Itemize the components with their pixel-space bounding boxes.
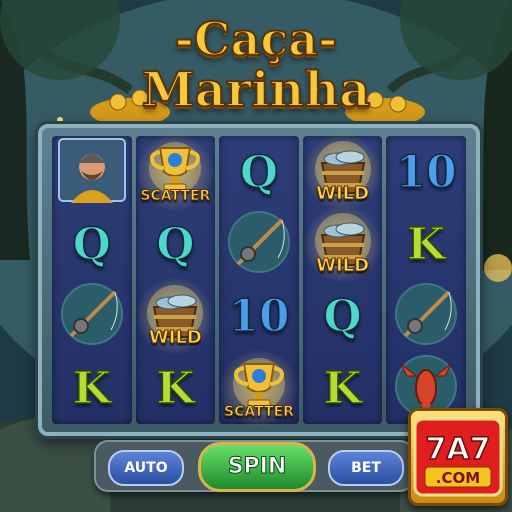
reel-4-cell-2: WILD (297, 204, 388, 284)
letter-q-symbol: Q (72, 218, 112, 271)
symbol-label: SCATTER (224, 404, 295, 421)
fishing-rod-icon (391, 282, 461, 350)
symbol-label: SCATTER (140, 188, 211, 205)
reel-4-cell-4: K (304, 354, 382, 422)
number-10-symbol: 10 (395, 146, 458, 199)
reel-5: 10 K (386, 136, 466, 424)
reel-1-cell-1 (53, 138, 131, 206)
reel-1-cell-3 (53, 282, 131, 350)
reel-2: SCATTER Q WILD K (130, 132, 221, 424)
title-line-2: Marinha (141, 62, 372, 118)
symbol-label: WILD (148, 327, 202, 349)
reels-grid: Q K SCATTER Q WILD K Q 10 SCATTER WILD W… (52, 132, 466, 428)
game-title: -Caça- Marinha (0, 6, 512, 126)
reel-1: Q K (52, 136, 132, 424)
reel-2-cell-4: K (136, 354, 214, 422)
fishing-rod-icon (224, 210, 294, 278)
svg-text:.COM: .COM (436, 469, 480, 487)
reel-1-cell-2: Q (53, 210, 131, 278)
auto-button[interactable]: AUTO (108, 450, 184, 486)
reel-3-cell-4: SCATTER (213, 348, 304, 428)
fisherman-icon (57, 137, 127, 207)
fishing-rod-icon (57, 282, 127, 350)
reel-3-cell-1: Q (220, 138, 298, 206)
reel-2-cell-1: SCATTER (130, 132, 221, 212)
control-bar: AUTO SPIN BET (94, 440, 414, 492)
reel-5-cell-3 (387, 282, 465, 350)
letter-q-symbol: Q (323, 290, 363, 343)
letter-k-symbol: K (323, 362, 363, 415)
reel-3-cell-3: 10 (220, 282, 298, 350)
letter-k-symbol: K (156, 362, 196, 415)
brand-logo-graphic: 7A7 .COM (413, 417, 503, 497)
brand-logo[interactable]: 7A7 .COM (408, 408, 508, 506)
reel-2-cell-2: Q (136, 210, 214, 278)
number-10-symbol: 10 (228, 290, 291, 343)
bet-button[interactable]: BET (328, 450, 404, 486)
reel-1-cell-4: K (53, 354, 131, 422)
letter-q-symbol: Q (239, 146, 279, 199)
reel-3-cell-2 (220, 210, 298, 278)
reel-2-cell-3: WILD (130, 276, 221, 356)
symbol-label: WILD (316, 183, 370, 205)
title-line-1: -Caça- (174, 12, 338, 66)
reel-4: WILD WILD Q K (297, 132, 388, 424)
symbol-label: WILD (316, 255, 370, 277)
reel-4-cell-1: WILD (297, 132, 388, 212)
reel-board: Q K SCATTER Q WILD K Q 10 SCATTER WILD W… (38, 124, 480, 436)
letter-k-symbol: K (72, 362, 112, 415)
spin-button[interactable]: SPIN (198, 442, 316, 492)
reel-5-cell-2: K (387, 210, 465, 278)
letter-k-symbol: K (406, 218, 446, 271)
letter-q-symbol: Q (155, 218, 195, 271)
reel-4-cell-3: Q (304, 282, 382, 350)
svg-text:7A7: 7A7 (426, 432, 491, 467)
reel-5-cell-1: 10 (387, 138, 465, 206)
reel-3: Q 10 SCATTER (213, 136, 304, 428)
